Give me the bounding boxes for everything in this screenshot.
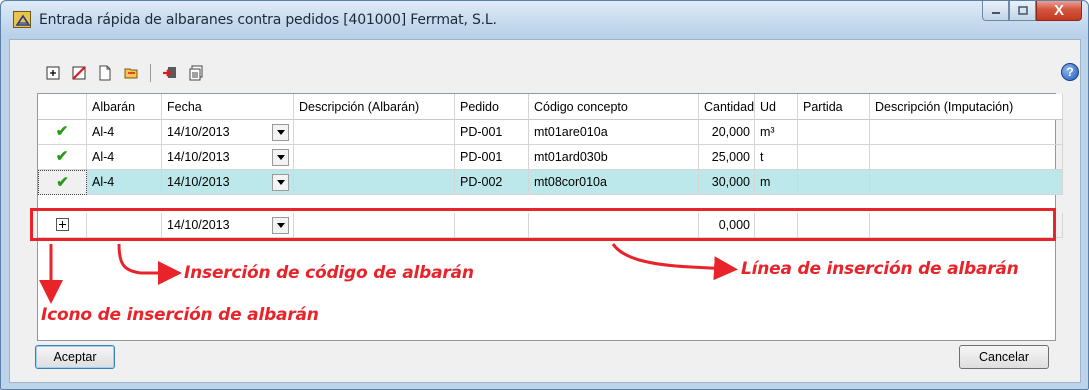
table-row-selected[interactable]: ✔ Al-4 14/10/2013 PD-002 mt08cor010a 30,… — [38, 170, 1063, 195]
column-header-status — [38, 94, 87, 120]
cell-descripcion-imputacion[interactable] — [870, 170, 1063, 195]
cell-codigo-concepto[interactable]: mt01ard030b — [529, 145, 699, 170]
add-row-icon[interactable] — [43, 63, 63, 83]
cell-descripcion-imputacion[interactable] — [870, 120, 1063, 145]
copy-icon[interactable] — [186, 63, 206, 83]
cell-ud[interactable]: m³ — [755, 120, 798, 145]
column-header-partida[interactable]: Partida — [798, 94, 870, 120]
cell-albaran[interactable]: Al-4 — [87, 145, 162, 170]
window-title: Entrada rápida de albaranes contra pedid… — [39, 12, 497, 28]
close-icon[interactable]: X — [1036, 1, 1082, 21]
row-status-check-icon: ✔ — [38, 120, 87, 145]
annotation-codigo-text: Inserción de código de albarán — [184, 263, 474, 283]
column-header-descripcion-albaran[interactable]: Descripción (Albarán) — [294, 94, 455, 120]
column-header-descripcion-imputacion[interactable]: Descripción (Imputación) — [870, 94, 1063, 120]
insert-row-plus-icon[interactable] — [38, 213, 87, 238]
column-header-pedido[interactable]: Pedido — [455, 94, 529, 120]
cell-pedido[interactable]: PD-001 — [455, 120, 529, 145]
cell-cantidad[interactable]: 25,000 — [699, 145, 755, 170]
cell-albaran[interactable]: Al-4 — [87, 120, 162, 145]
annotation-linea-text: Línea de inserción de albarán — [741, 259, 1019, 279]
date-dropdown-icon[interactable] — [272, 149, 289, 166]
insert-row[interactable]: 14/10/2013 0,000 — [38, 213, 1063, 238]
maximize-icon[interactable] — [1009, 1, 1036, 21]
cell-partida[interactable] — [798, 120, 870, 145]
cell-ud[interactable]: t — [755, 145, 798, 170]
row-status-check-icon: ✔ — [38, 170, 87, 195]
cell-partida[interactable] — [798, 213, 870, 238]
cell-pedido[interactable] — [455, 213, 529, 238]
date-dropdown-icon[interactable] — [272, 174, 289, 191]
table-row[interactable]: ✔ Al-4 14/10/2013 PD-001 mt01are010a 20,… — [38, 120, 1063, 145]
cell-albaran-input[interactable] — [87, 213, 162, 238]
date-dropdown-icon[interactable] — [272, 217, 289, 234]
cell-cantidad[interactable]: 20,000 — [699, 120, 755, 145]
cell-ud[interactable] — [755, 213, 798, 238]
table-row[interactable]: ✔ Al-4 14/10/2013 PD-001 mt01ard030b 25,… — [38, 145, 1063, 170]
cell-codigo-concepto[interactable] — [529, 213, 699, 238]
cell-descripcion-albaran[interactable] — [294, 170, 455, 195]
title-bar[interactable]: Entrada rápida de albaranes contra pedid… — [1, 1, 1088, 39]
help-icon[interactable]: ? — [1061, 63, 1079, 81]
column-header-codigo-concepto[interactable]: Código concepto — [529, 94, 699, 120]
open-document-icon[interactable] — [121, 63, 141, 83]
data-grid: Albarán Fecha Descripción (Albarán) Pedi… — [37, 93, 1063, 341]
new-document-icon[interactable] — [95, 63, 115, 83]
column-header-cantidad[interactable]: Cantidad — [699, 94, 755, 120]
minimize-icon[interactable] — [982, 1, 1009, 21]
cell-descripcion-albaran[interactable] — [294, 213, 455, 238]
cell-partida[interactable] — [798, 145, 870, 170]
accept-button[interactable]: Aceptar — [35, 345, 115, 369]
cell-partida[interactable] — [798, 170, 870, 195]
cell-fecha[interactable]: 14/10/2013 — [162, 145, 294, 170]
annotation-icono-text: Icono de inserción de albarán — [41, 305, 319, 325]
delete-row-icon[interactable] — [69, 63, 89, 83]
date-dropdown-icon[interactable] — [272, 124, 289, 141]
column-header-albaran[interactable]: Albarán — [87, 94, 162, 120]
window-controls: X — [982, 1, 1082, 21]
cell-albaran[interactable]: Al-4 — [87, 170, 162, 195]
toolbar — [43, 61, 206, 85]
grid-header: Albarán Fecha Descripción (Albarán) Pedi… — [38, 94, 1063, 120]
cell-fecha[interactable]: 14/10/2013 — [162, 170, 294, 195]
dialog-window: Entrada rápida de albaranes contra pedid… — [0, 0, 1089, 390]
app-icon — [13, 11, 31, 28]
cell-fecha-value: 14/10/2013 — [167, 150, 230, 164]
cell-codigo-concepto[interactable]: mt01are010a — [529, 120, 699, 145]
cell-cantidad[interactable]: 30,000 — [699, 170, 755, 195]
cell-descripcion-imputacion[interactable] — [870, 145, 1063, 170]
cell-fecha[interactable]: 14/10/2013 — [162, 120, 294, 145]
cell-descripcion-albaran[interactable] — [294, 120, 455, 145]
column-header-fecha[interactable]: Fecha — [162, 94, 294, 120]
column-header-ud[interactable]: Ud — [755, 94, 798, 120]
cell-fecha-value: 14/10/2013 — [167, 175, 230, 189]
cell-pedido[interactable]: PD-002 — [455, 170, 529, 195]
cell-ud[interactable]: m — [755, 170, 798, 195]
cell-descripcion-imputacion[interactable] — [870, 213, 1063, 238]
cell-pedido[interactable]: PD-001 — [455, 145, 529, 170]
cell-descripcion-albaran[interactable] — [294, 145, 455, 170]
cell-codigo-concepto[interactable]: mt08cor010a — [529, 170, 699, 195]
cell-fecha-value: 14/10/2013 — [167, 218, 230, 232]
cell-fecha[interactable]: 14/10/2013 — [162, 213, 294, 238]
import-icon[interactable] — [160, 63, 180, 83]
cell-cantidad[interactable]: 0,000 — [699, 213, 755, 238]
cell-fecha-value: 14/10/2013 — [167, 125, 230, 139]
toolbar-separator — [150, 64, 151, 82]
row-status-check-icon: ✔ — [38, 145, 87, 170]
cancel-button[interactable]: Cancelar — [959, 345, 1049, 369]
